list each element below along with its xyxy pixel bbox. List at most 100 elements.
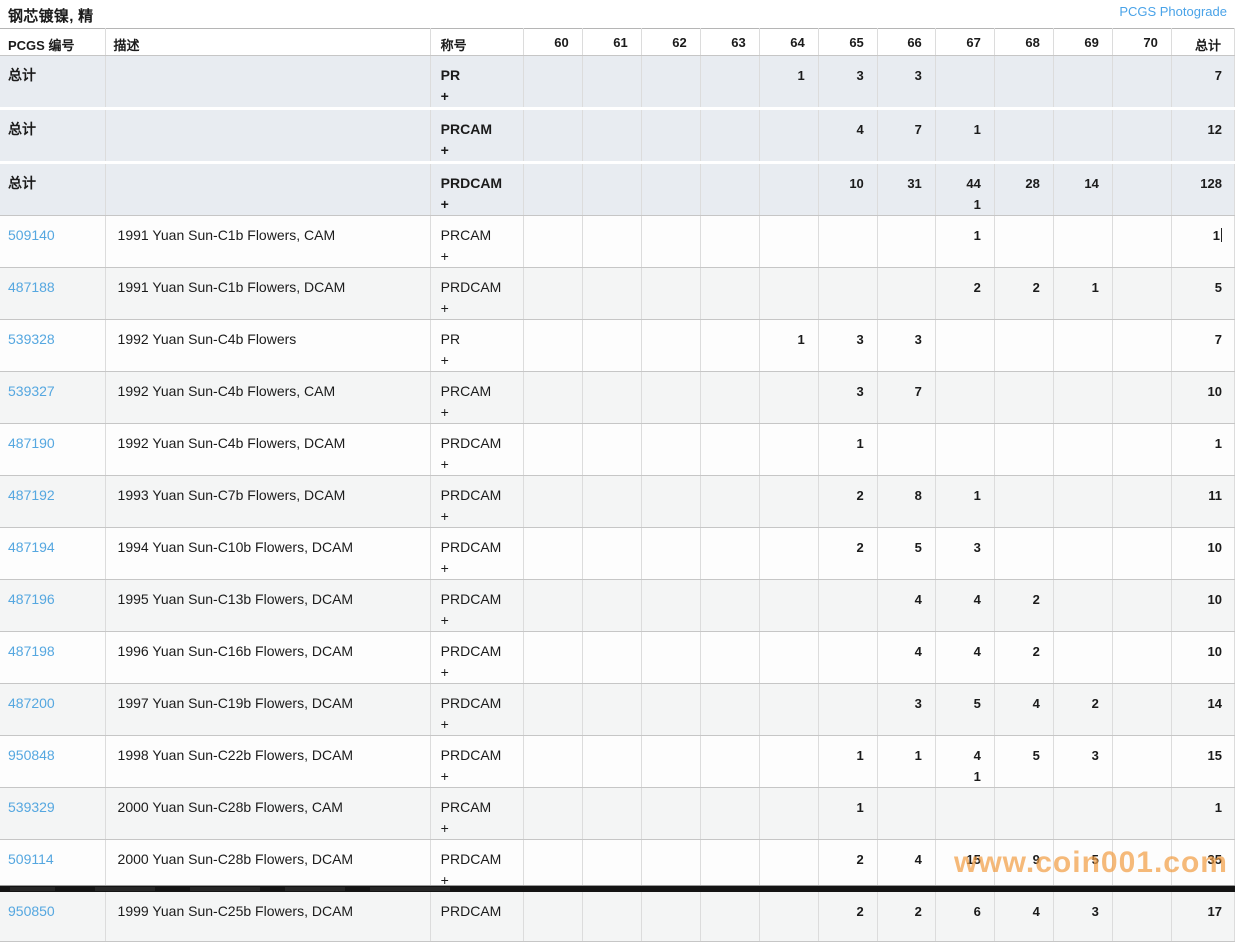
pcgs-number-link[interactable]: 487200 (8, 695, 55, 711)
grade-67-cell (935, 371, 995, 424)
grade-66-cell: 4 (877, 579, 936, 632)
grade-64-cell (759, 839, 819, 892)
grade-68-cell: 4 (994, 891, 1054, 942)
pcgs-number-link[interactable]: 950848 (8, 747, 55, 763)
grade-65-cell: 4 (818, 108, 878, 164)
grade-62-cell (641, 891, 701, 942)
grade-67-cell: 44 1 (935, 162, 995, 216)
total-cell: 5 (1171, 267, 1235, 320)
grade-68-cell (994, 108, 1054, 164)
grade-65-cell: 3 (818, 371, 878, 424)
total-cell: 7 (1171, 55, 1235, 110)
table-row: 487188 1991 Yuan Sun-C1b Flowers, DCAM PRD… (0, 267, 1235, 320)
top-bar: 钢芯镀镍, 精 PCGS Photograde (0, 0, 1235, 28)
grade-70-cell (1112, 631, 1172, 684)
grade-62-cell (641, 683, 701, 736)
grade-65-cell: 1 (818, 787, 878, 840)
grade-62-cell (641, 215, 701, 268)
grade-64-cell (759, 371, 819, 424)
summary-label: 总计 (0, 108, 106, 164)
pcgs-number-link[interactable]: 487190 (8, 435, 55, 451)
grade-62-cell (641, 839, 701, 892)
pcgs-photograde-link[interactable]: PCGS Photograde (1119, 0, 1235, 19)
grade-66-cell (877, 787, 936, 840)
grade-64-cell (759, 787, 819, 840)
description-cell: 1991 Yuan Sun-C1b Flowers, DCAM (105, 267, 431, 320)
grade-60-cell (523, 423, 583, 476)
grade-67-cell: 2 (935, 267, 995, 320)
grade-65-cell (818, 683, 878, 736)
grade-70-cell (1112, 319, 1172, 372)
grade-65-cell (818, 579, 878, 632)
pcgs-number-link[interactable]: 487196 (8, 591, 55, 607)
column-header-designation: 称号 (430, 28, 524, 56)
grade-68-cell: 9 (994, 839, 1054, 892)
grade-62-cell (641, 735, 701, 788)
grade-66-cell (877, 267, 936, 320)
total-cell: 14 (1171, 683, 1235, 736)
grade-62-cell (641, 579, 701, 632)
designation-cell: PRDCAM + (430, 475, 524, 528)
grade-67-cell: 6 (935, 891, 995, 942)
page-title: 钢芯镀镍, 精 (8, 8, 94, 25)
total-cell: 10 (1171, 579, 1235, 632)
grade-63-cell (700, 527, 760, 580)
grade-66-cell (877, 215, 936, 268)
grade-69-cell (1053, 787, 1113, 840)
column-header-69: 69 (1053, 28, 1113, 56)
grade-67-cell: 4 (935, 631, 995, 684)
grade-61-cell (582, 423, 642, 476)
table-row: 539329 2000 Yuan Sun-C28b Flowers, CAM PRC… (0, 787, 1235, 840)
grade-62-cell (641, 371, 701, 424)
grade-69-cell: 5 (1053, 839, 1113, 892)
grade-61-cell (582, 787, 642, 840)
pcgs-number-link[interactable]: 487188 (8, 279, 55, 295)
grade-67-cell (935, 787, 995, 840)
description-cell (105, 108, 431, 164)
designation-cell: PRDCAM + (430, 579, 524, 632)
grade-70-cell (1112, 579, 1172, 632)
pcgs-number-link[interactable]: 950850 (8, 903, 55, 919)
grade-67-cell (935, 55, 995, 110)
grade-70-cell (1112, 839, 1172, 892)
designation-cell: PRDCAM (430, 891, 524, 942)
designation-cell: PRDCAM + (430, 683, 524, 736)
grade-70-cell (1112, 683, 1172, 736)
description-cell: 2000 Yuan Sun-C28b Flowers, DCAM (105, 839, 431, 892)
grade-63-cell (700, 371, 760, 424)
grade-64-cell (759, 423, 819, 476)
pcgs-number-link[interactable]: 487198 (8, 643, 55, 659)
pcgs-number-link[interactable]: 509140 (8, 227, 55, 243)
grade-70-cell (1112, 891, 1172, 942)
pcgs-number-link[interactable]: 539328 (8, 331, 55, 347)
grade-64-cell (759, 527, 819, 580)
grade-68-cell: 4 (994, 683, 1054, 736)
designation-cell: PRCAM + (430, 787, 524, 840)
grade-69-cell (1053, 215, 1113, 268)
table-row: 487200 1997 Yuan Sun-C19b Flowers, DCAM PR… (0, 683, 1235, 736)
grade-62-cell (641, 787, 701, 840)
grade-61-cell (582, 839, 642, 892)
pcgs-number-link[interactable]: 487194 (8, 539, 55, 555)
grade-66-cell: 8 (877, 475, 936, 528)
pcgs-number-link[interactable]: 539329 (8, 799, 55, 815)
grade-69-cell: 3 (1053, 735, 1113, 788)
description-cell: 2000 Yuan Sun-C28b Flowers, CAM (105, 787, 431, 840)
grade-68-cell (994, 787, 1054, 840)
grade-60-cell (523, 683, 583, 736)
total-cell: 10 (1171, 631, 1235, 684)
grade-66-cell: 4 (877, 631, 936, 684)
grade-64-cell (759, 267, 819, 320)
pcgs-number-link[interactable]: 539327 (8, 383, 55, 399)
grade-67-cell (935, 319, 995, 372)
pcgs-number-link[interactable]: 487192 (8, 487, 55, 503)
description-cell: 1999 Yuan Sun-C25b Flowers, DCAM (105, 891, 431, 942)
grade-62-cell (641, 267, 701, 320)
grade-61-cell (582, 371, 642, 424)
grade-65-cell: 3 (818, 55, 878, 110)
pcgs-number-link[interactable]: 509114 (8, 851, 54, 867)
grade-63-cell (700, 108, 760, 164)
grade-60-cell (523, 319, 583, 372)
grade-61-cell (582, 55, 642, 110)
table-row: 539328 1992 Yuan Sun-C4b Flowers PR +1 3 3 7 (0, 319, 1235, 372)
